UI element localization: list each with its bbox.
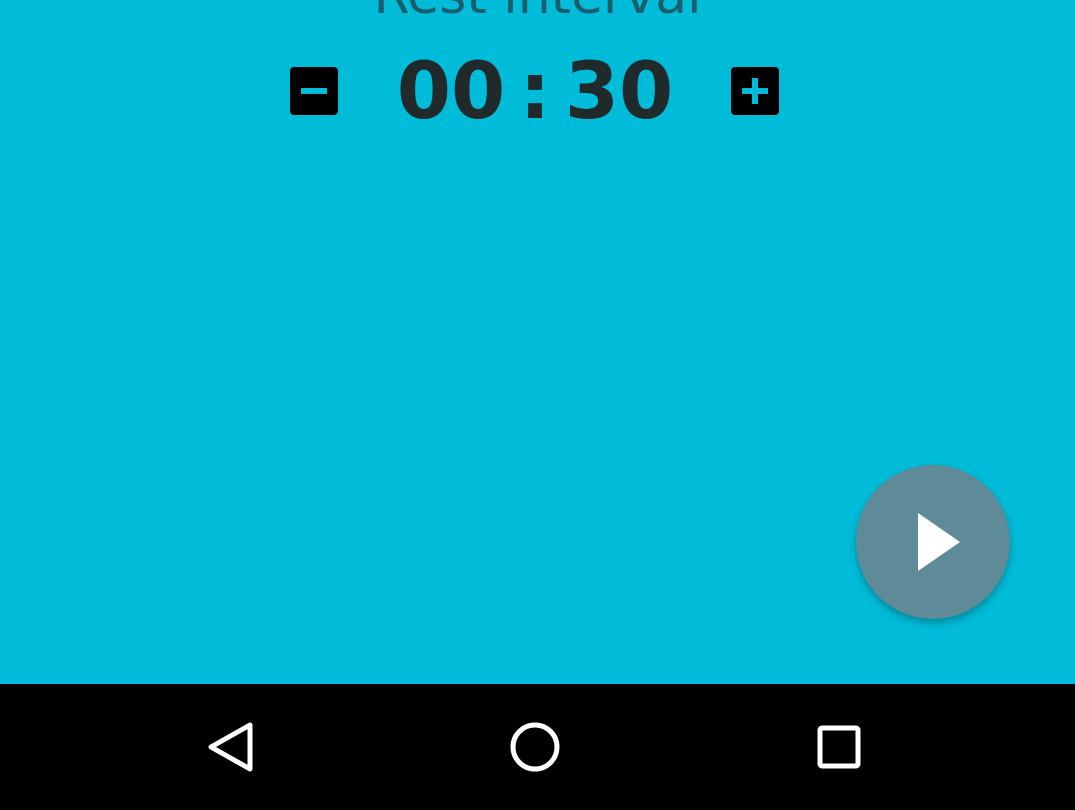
app-screen: Rest interval 00 : 30	[0, 0, 1075, 810]
nav-home-button[interactable]	[475, 684, 595, 810]
back-triangle-icon	[208, 722, 253, 772]
minutes-value: 00	[396, 47, 506, 137]
nav-recents-button[interactable]	[779, 684, 899, 810]
system-navigation-bar	[0, 684, 1075, 810]
minus-icon	[301, 88, 327, 94]
section-title: Rest interval	[0, 0, 1075, 22]
recents-square-icon	[817, 725, 861, 769]
nav-back-button[interactable]	[173, 684, 293, 810]
play-button[interactable]	[856, 465, 1010, 619]
main-content: Rest interval 00 : 30	[0, 0, 1075, 684]
increment-button[interactable]	[731, 67, 779, 115]
seconds-value: 30	[564, 47, 674, 137]
home-circle-icon	[510, 722, 560, 772]
play-icon	[918, 513, 960, 571]
time-separator: :	[519, 47, 551, 137]
decrement-button[interactable]	[290, 67, 338, 115]
